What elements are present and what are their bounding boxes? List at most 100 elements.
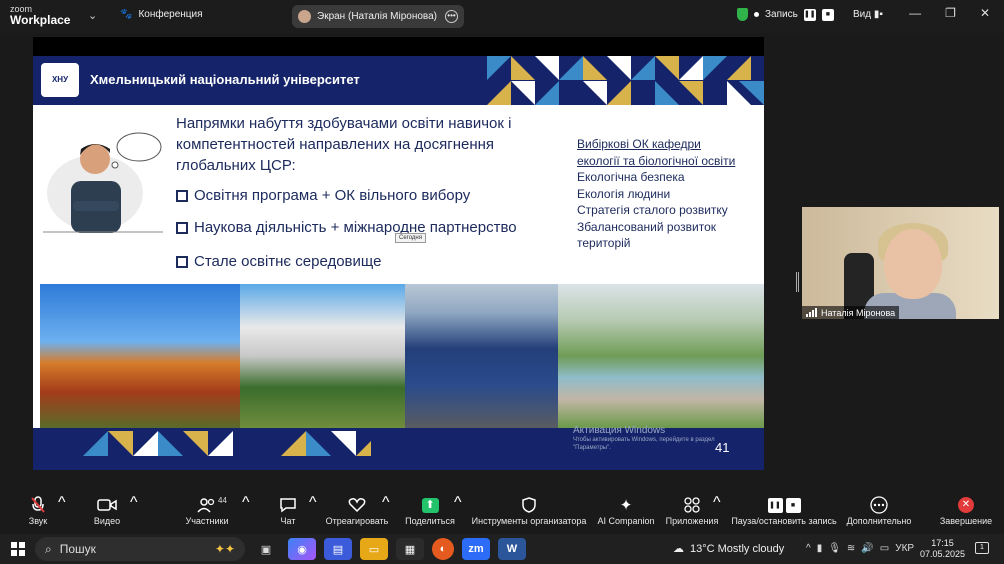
pause-icon: ❚❚ [767,497,783,513]
word-icon[interactable]: W [498,538,526,560]
video-label: Видео [93,516,121,526]
camera-icon [90,494,124,516]
host-tools-label: Инструменты организатора [471,516,587,526]
chevron-up-icon[interactable]: ^ [806,543,811,554]
screen-share-label: Экран (Наталія Міронова) [317,11,438,22]
screen-share-pill[interactable]: Экран (Наталія Міронова) ••• [292,5,464,28]
ai-companion-label: AI Companion [597,516,655,526]
save-app-icon[interactable]: ▤ [324,538,352,560]
taskbar-apps: ▣ ◉ ▤ ▭ ▦ ◐ zm W [252,538,526,560]
language-indicator[interactable]: УКР [895,543,914,554]
store-icon[interactable]: ▦ [396,538,424,560]
more-dots-icon [846,494,912,516]
stop-record-icon[interactable]: ■ [821,8,834,21]
microphone-icon[interactable]: 🎙 [828,543,841,554]
recording-indicator: Запись ❚❚ ■ [737,8,834,21]
chevron-up-icon[interactable]: ^ [382,494,390,534]
footer-pattern [83,431,233,456]
shield-icon [470,494,588,516]
chevron-up-icon[interactable]: ^ [130,494,138,534]
slide-number: 41 [715,440,730,455]
mute-button[interactable]: Звук [22,494,54,534]
pause-stop-record-button[interactable]: ❚❚ ■ Пауза/остановить запись [730,494,838,534]
cloud-icon: ☁ [673,543,684,555]
window-controls: — ❐ ✕ [909,6,990,20]
react-button[interactable]: Отреагировать [325,494,389,534]
restore-icon[interactable]: ❐ [945,6,956,20]
participants-label: Участники [185,516,229,526]
chevron-down-icon[interactable]: ⌄ [88,9,97,22]
participant-video-tile[interactable]: Наталія Міронова [802,207,999,319]
share-up-arrow-icon: ⬆ [421,497,439,513]
ai-companion-button[interactable]: ✦ AI Companion [596,494,656,534]
volume-icon[interactable]: 🔊 [861,543,873,554]
shared-screen: ХНУ Хмельницький національний університе… [33,37,764,470]
video-button[interactable]: Видео [90,494,124,534]
sparkle-decoration-icon: ✦✦ [214,542,235,556]
more-button[interactable]: Дополнительно [846,494,912,534]
slide-footer: Активация Windows Чтобы активировать Win… [33,425,764,470]
weather-widget[interactable]: ☁ 13°C Mostly cloudy [673,542,784,556]
taskbar-search[interactable]: ⌕ Пошук ✦✦ [35,537,245,561]
end-x-icon: ✕ [958,497,974,513]
view-menu[interactable]: Вид ▮▪ [853,9,883,20]
chevron-up-icon[interactable]: ^ [58,494,66,534]
photo-garden [40,284,240,428]
tooltip: Сегодня [395,233,426,243]
list-item: Стратегія сталого розвитку [577,203,728,217]
wifi-icon[interactable]: ≋ [847,543,855,554]
chat-button[interactable]: Чат [272,494,304,534]
share-screen-button[interactable]: ⬆ Поделиться [402,494,458,534]
windows-start-icon[interactable] [11,542,25,556]
share-icon-wrap: ⬆ [402,494,458,516]
zoom-app-icon[interactable]: zm [462,538,490,560]
conference-menu[interactable]: 🐾 Конференция [120,9,203,20]
bullet-text: Стале освітнє середовище [194,253,382,270]
panel-resize-handle[interactable] [796,272,799,292]
zoom-window: zoom Workplace ⌄ 🐾 Конференция Экран (На… [0,0,1004,564]
bullet-text: Наукова діяльність + міжнародне партнерс… [194,219,517,236]
end-meeting-button[interactable]: ✕ Завершение [938,494,994,534]
task-view-icon[interactable]: ▣ [252,538,280,560]
clock[interactable]: 17:15 07.05.2025 [920,538,965,560]
chevron-up-icon[interactable]: ^ [713,494,721,534]
stop-icon: ■ [785,497,801,513]
meeting-toolbar: Звук ^ Видео ^ Участники 44 ^ Чат ^ Отре… [0,494,1004,534]
file-explorer-icon[interactable]: ▭ [360,538,388,560]
signal-bars-icon [806,308,817,317]
university-name: Хмельницький національний університет [90,72,360,87]
side-title: Вибіркові ОК кафедри [577,137,701,151]
muted-mic-icon [22,494,54,516]
notification-icon[interactable]: 1 [975,542,989,554]
chevron-up-icon[interactable]: ^ [242,494,250,534]
chat-bubble-icon [272,494,304,516]
firefox-icon[interactable]: ◐ [432,538,454,560]
end-icon-wrap: ✕ [938,494,994,516]
close-icon[interactable]: ✕ [980,6,990,20]
shield-icon [737,8,748,21]
apps-button[interactable]: Приложения [664,494,720,534]
bullet-item: Освітня програма + ОК вільного вибору [176,187,470,204]
battery-icon[interactable]: ▭ [880,543,889,554]
mute-label: Звук [28,516,48,526]
pause-record-icon[interactable]: ❚❚ [803,8,816,21]
slide-heading: Напрямки набуття здобувачами освіти нави… [176,115,512,174]
host-tools-button[interactable]: Инструменты организатора [470,494,588,534]
more-icon[interactable]: ••• [445,10,458,23]
apps-grid-icon [664,494,720,516]
footer-pattern [281,431,371,456]
participants-button[interactable]: Участники 44 [180,494,234,534]
minimize-icon[interactable]: — [909,6,921,20]
copilot-icon[interactable]: ◉ [288,538,316,560]
top-bar: zoom Workplace ⌄ 🐾 Конференция Экран (На… [0,0,1004,33]
bullet-item: Стале освітнє середовище [176,253,381,270]
more-label: Дополнительно [846,516,912,526]
bullet-item: Наукова діяльність + міжнародне партнерс… [176,219,517,236]
clock-time: 17:15 [931,538,954,548]
record-controls-icons: ❚❚ ■ [730,494,838,516]
chevron-up-icon[interactable]: ^ [454,494,462,534]
clock-date: 07.05.2025 [920,549,966,559]
chevron-up-icon[interactable]: ^ [309,494,317,534]
camera-tray-icon[interactable]: ▮ [817,543,823,554]
list-item: територій [577,236,631,250]
